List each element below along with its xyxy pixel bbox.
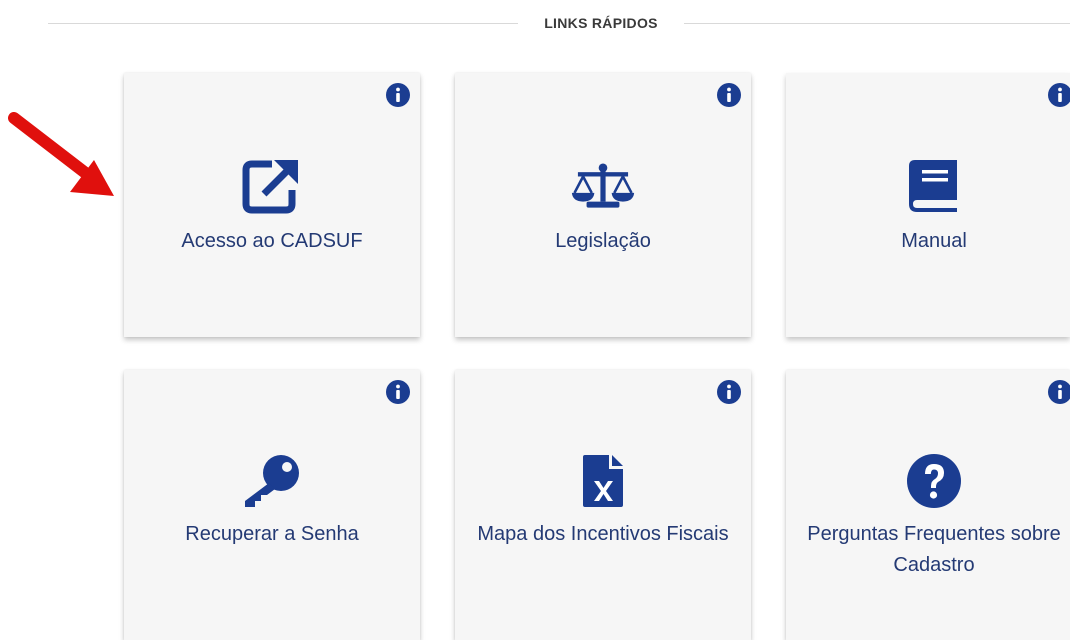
card-label: Acesso ao CADSUF <box>181 230 363 252</box>
card-acesso-cadsuf[interactable]: Acesso ao CADSUF <box>124 73 420 337</box>
info-icon[interactable] <box>1048 380 1070 404</box>
scales-icon <box>571 158 635 214</box>
card-recuperar-senha[interactable]: Recuperar a Senha <box>124 370 420 640</box>
info-icon[interactable] <box>386 83 410 107</box>
card-legislacao[interactable]: Legislação <box>455 73 751 337</box>
card-label: Mapa dos Incentivos Fiscais <box>477 523 729 545</box>
question-circle-icon <box>902 453 966 509</box>
external-link-icon <box>240 158 304 214</box>
info-icon[interactable] <box>717 83 741 107</box>
info-icon[interactable] <box>386 380 410 404</box>
card-label: Manual <box>901 230 967 252</box>
info-icon[interactable] <box>1048 83 1070 107</box>
info-icon[interactable] <box>717 380 741 404</box>
card-mapa-incentivos[interactable]: Mapa dos Incentivos Fiscais <box>455 370 751 640</box>
section-header: LINKS RÁPIDOS <box>48 10 1070 38</box>
red-arrow-icon <box>8 112 114 196</box>
excel-file-icon <box>571 453 635 509</box>
card-label: Perguntas Frequentes sobre Cadastro <box>807 523 1061 576</box>
card-perguntas-frequentes[interactable]: Perguntas Frequentes sobre Cadastro <box>786 370 1070 640</box>
card-label: Legislação <box>555 230 651 252</box>
card-manual[interactable]: Manual <box>786 73 1070 337</box>
card-label: Recuperar a Senha <box>185 523 359 545</box>
key-icon <box>240 453 304 509</box>
book-icon <box>902 158 966 214</box>
divider-left <box>48 23 518 24</box>
divider-right <box>684 23 1070 24</box>
section-title: LINKS RÁPIDOS <box>544 15 658 31</box>
